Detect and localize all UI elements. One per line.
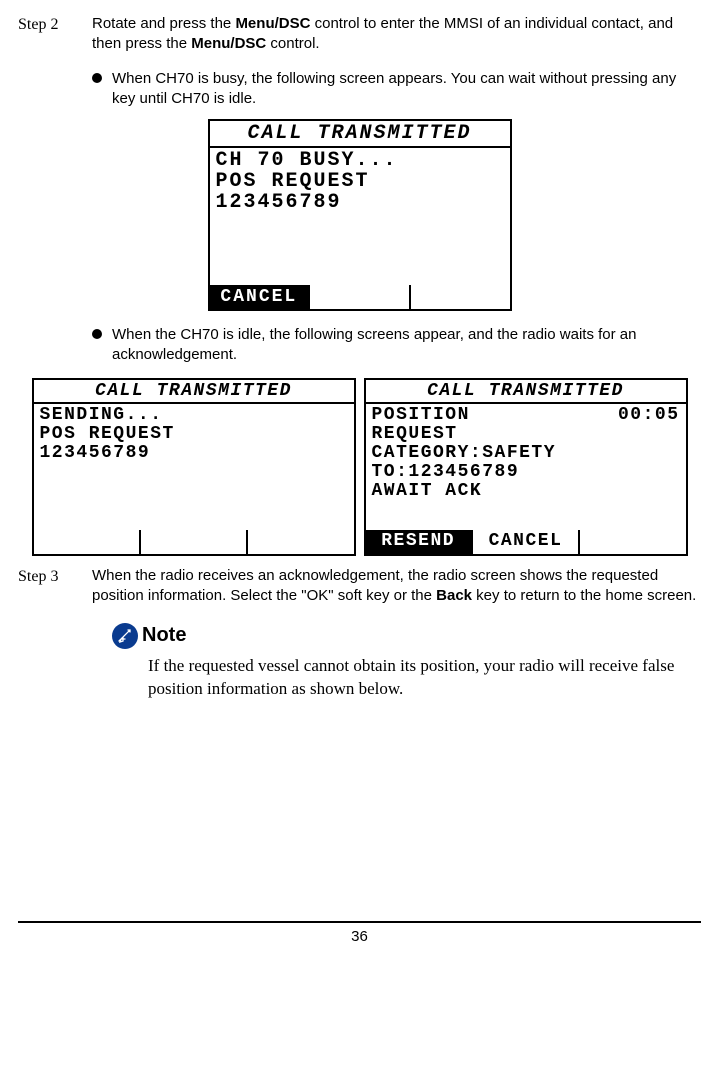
lcd3-line2: REQUEST	[372, 424, 458, 444]
lcd2-body: SENDING... POS REQUEST 123456789	[34, 404, 354, 529]
step-2-body: Rotate and press the Menu/DSC control to…	[92, 14, 701, 55]
bullet-dot-icon	[92, 73, 102, 83]
lcd1-wrap: CALL TRANSMITTED CH 70 BUSY... POS REQUE…	[18, 119, 701, 311]
lcd3-row1-right: 00:05	[618, 406, 680, 425]
step-3-label: Step 3	[18, 566, 78, 607]
bullet-2-text: When the CH70 is idle, the following scr…	[112, 325, 701, 366]
lcd-screen-busy: CALL TRANSMITTED CH 70 BUSY... POS REQUE…	[208, 119, 512, 311]
bullet-1-text: When CH70 is busy, the following screen …	[112, 69, 701, 110]
lcd3-row1-left: POSITION	[372, 406, 470, 425]
bullet-1: When CH70 is busy, the following screen …	[92, 69, 701, 110]
page-footer: 36	[18, 921, 701, 947]
lcd3-line5: AWAIT ACK	[372, 481, 483, 501]
step2-bold-a: Menu/DSC	[235, 15, 310, 32]
step2-bold-b: Menu/DSC	[191, 35, 266, 52]
lcd1-sk2	[308, 285, 409, 309]
step-2-label: Step 2	[18, 14, 78, 55]
lcd3-softkeys: RESEND CANCEL	[366, 530, 686, 554]
note-body: If the requested vessel cannot obtain it…	[148, 655, 701, 701]
step-3-body: When the radio receives an acknowledgeme…	[92, 566, 701, 607]
lcd1-softkeys: CANCEL	[210, 285, 510, 309]
lcd3-line3: CATEGORY:SAFETY	[372, 443, 557, 463]
note-icon	[112, 623, 138, 649]
step-2-row: Step 2 Rotate and press the Menu/DSC con…	[18, 14, 701, 55]
lcd1-line2: POS REQUEST	[216, 170, 370, 193]
lcd1-body: CH 70 BUSY... POS REQUEST 123456789	[210, 148, 510, 285]
lcd2-sk1	[34, 530, 139, 554]
lcd3-line4: TO:123456789	[372, 462, 520, 482]
step2-text-c: control.	[266, 35, 319, 52]
lcd1-line1: CH 70 BUSY...	[216, 149, 398, 172]
lcd2-line1: SENDING...	[40, 405, 163, 425]
note-heading: Note	[112, 622, 701, 649]
step-3-row: Step 3 When the radio receives an acknow…	[18, 566, 701, 607]
lcd2-softkeys	[34, 530, 354, 554]
lcd1-sk3	[409, 285, 510, 309]
lcd2-line2: POS REQUEST	[40, 424, 175, 444]
page-number: 36	[351, 928, 368, 945]
lcd3-title: CALL TRANSMITTED	[366, 380, 686, 405]
lcd1-title: CALL TRANSMITTED	[210, 121, 510, 148]
bullet-2: When the CH70 is idle, the following scr…	[92, 325, 701, 366]
lcd1-sk-cancel: CANCEL	[210, 285, 309, 309]
step3-text-b: key to return to the home screen.	[472, 587, 696, 604]
lcd2-title: CALL TRANSMITTED	[34, 380, 354, 405]
lcd3-sk-cancel: CANCEL	[471, 530, 578, 554]
lcd3-sk-resend: RESEND	[366, 530, 471, 554]
lcd3-sk3	[578, 530, 685, 554]
lcd2-sk3	[246, 530, 353, 554]
bullet-dot-icon	[92, 329, 102, 339]
lcd2-line3: 123456789	[40, 443, 151, 463]
lcd1-line3: 123456789	[216, 191, 342, 214]
lcd-pair: CALL TRANSMITTED SENDING... POS REQUEST …	[18, 378, 701, 556]
step3-bold-a: Back	[436, 587, 472, 604]
lcd3-body: POSITION 00:05 REQUEST CATEGORY:SAFETY TO:…	[366, 404, 686, 529]
lcd2-sk2	[139, 530, 246, 554]
note-label: Note	[142, 622, 186, 649]
step2-text-a: Rotate and press the	[92, 15, 235, 32]
lcd-screen-await-ack: CALL TRANSMITTED POSITION 00:05 REQUEST CA…	[364, 378, 688, 556]
lcd-screen-sending: CALL TRANSMITTED SENDING... POS REQUEST …	[32, 378, 356, 556]
